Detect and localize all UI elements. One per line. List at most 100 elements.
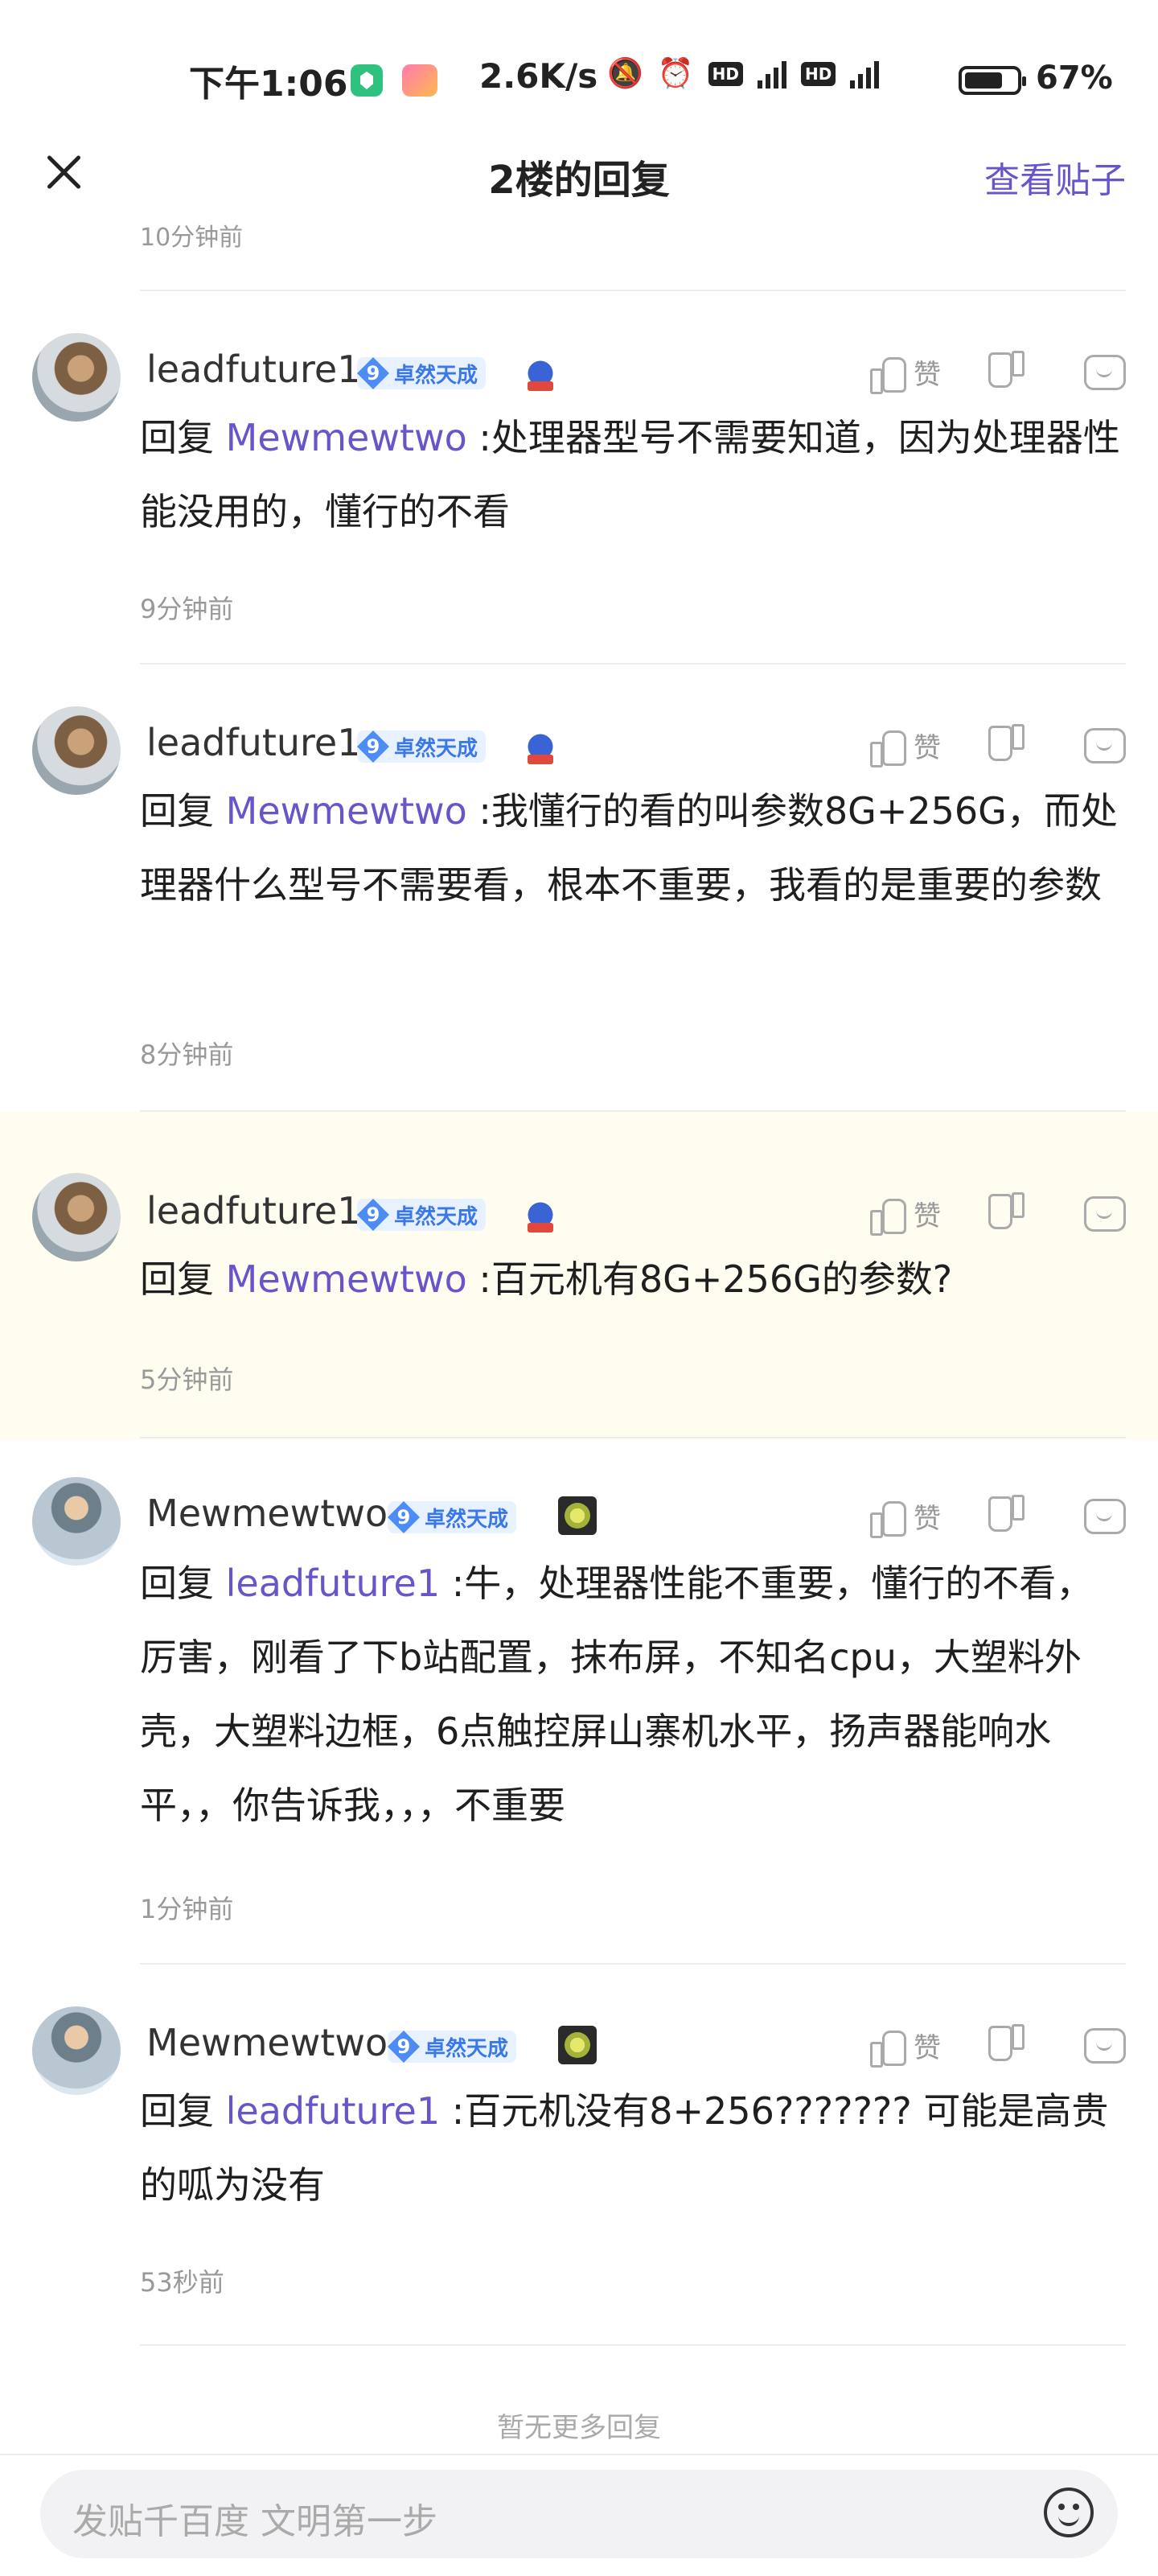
reply-actions: 赞 <box>868 1194 1126 1236</box>
security-app-icon <box>351 64 383 97</box>
reply-actions: 赞 <box>868 2026 1126 2068</box>
avatar[interactable] <box>32 2006 121 2095</box>
like-label: 赞 <box>914 1200 941 1232</box>
mention-link[interactable]: leadfuture1 <box>226 2089 440 2133</box>
mute-icon: 🔕 <box>607 57 643 90</box>
like-label: 赞 <box>914 732 941 764</box>
username[interactable]: leadfuture1 <box>146 348 360 391</box>
avatar[interactable] <box>32 706 121 795</box>
view-post-link[interactable]: 查看贴子 <box>984 151 1126 203</box>
status-time: 下午1:06 <box>189 64 348 105</box>
level-number: 9 <box>357 357 389 389</box>
signal-icon <box>758 60 786 88</box>
reply-prefix: 回复 <box>140 789 214 833</box>
game-app-icon <box>402 64 437 97</box>
mention-link[interactable]: Mewmewtwo <box>226 1257 467 1301</box>
level-badge: 9 卓然天成 <box>357 730 487 763</box>
avatar[interactable] <box>32 1173 121 1261</box>
thumbs-up-icon <box>868 354 906 394</box>
previous-reply-time: 10分钟前 <box>140 224 244 252</box>
reply-item: Mewmewtwo 9 卓然天成 赞 回复 leadfuture1 :百元机没有… <box>0 1965 1158 2335</box>
reply-prefix: 回复 <box>140 1562 214 1605</box>
level-badge: 9 卓然天成 <box>357 357 487 389</box>
like-button[interactable]: 赞 <box>868 726 941 767</box>
comment-icon[interactable] <box>1084 727 1126 763</box>
avatar[interactable] <box>32 1477 121 1566</box>
level-number: 9 <box>357 1199 389 1231</box>
reply-item-highlighted: leadfuture1 9 卓然天成 赞 回复 Mewmewtwo :百元机有8… <box>0 1112 1158 1440</box>
mention-link[interactable]: Mewmewtwo <box>226 416 467 459</box>
mention-link[interactable]: Mewmewtwo <box>226 789 467 833</box>
thumbs-up-icon <box>868 2027 906 2068</box>
medal-icon <box>521 727 560 766</box>
reply-actions: 赞 <box>868 352 1126 394</box>
like-button[interactable]: 赞 <box>868 2026 941 2068</box>
avatar[interactable] <box>32 333 121 422</box>
reply-time: 8分钟前 <box>140 1039 234 1070</box>
level-number: 9 <box>388 1501 420 1533</box>
level-title: 卓然天成 <box>394 1204 478 1229</box>
level-title: 卓然天成 <box>394 363 478 388</box>
like-label: 赞 <box>914 2032 941 2064</box>
level-badge: 9 卓然天成 <box>388 2031 517 2063</box>
medal-icon <box>558 2026 597 2064</box>
like-label: 赞 <box>914 359 941 391</box>
header: 2楼的回复 查看贴子 <box>0 137 1158 209</box>
reply-content: 回复 Mewmewtwo :百元机有8G+256G的参数? <box>140 1242 1126 1316</box>
hd-icon: HD <box>708 62 743 86</box>
hd-icon-2: HD <box>801 62 836 86</box>
thumbs-down-icon[interactable] <box>989 727 1026 764</box>
status-bar: 下午1:06 2.6K/s 🔕 ⏰ HD HD 67% <box>0 0 1158 153</box>
thumbs-down-icon[interactable] <box>989 2027 1026 2064</box>
username[interactable]: leadfuture1 <box>146 1189 360 1232</box>
divider <box>140 2344 1126 2346</box>
username[interactable]: leadfuture1 <box>146 721 360 764</box>
reply-actions: 赞 <box>868 726 1126 767</box>
reply-item: leadfuture1 9 卓然天成 赞 回复 Mewmewtwo :我懂行的看… <box>0 665 1158 1112</box>
signal-icon-2 <box>850 60 880 88</box>
comment-icon[interactable] <box>1084 2027 1126 2064</box>
reply-content: 回复 Mewmewtwo :我懂行的看的叫参数8G+256G，而处理器什么型号不… <box>140 774 1126 922</box>
reply-content: 回复 Mewmewtwo :处理器型号不需要知道，因为处理器性能没用的，懂行的不… <box>140 401 1126 549</box>
reply-time: 53秒前 <box>140 2267 224 2298</box>
comment-icon[interactable] <box>1084 1195 1126 1232</box>
like-button[interactable]: 赞 <box>868 1194 941 1236</box>
like-button[interactable]: 赞 <box>868 352 941 394</box>
network-speed: 2.6K/s <box>479 56 598 96</box>
level-number: 9 <box>357 730 389 763</box>
reply-input[interactable]: 发贴千百度 文明第一步 <box>40 2470 1118 2558</box>
level-title: 卓然天成 <box>425 2036 509 2061</box>
username[interactable]: Mewmewtwo <box>146 2021 388 2064</box>
battery-icon <box>959 66 1026 95</box>
reply-content: 回复 leadfuture1 :百元机没有8+256??????? 可能是高贵的… <box>140 2074 1126 2222</box>
level-number: 9 <box>388 2031 420 2063</box>
status-icons: 🔕 ⏰ HD HD <box>607 57 880 90</box>
emoji-icon[interactable] <box>1044 2488 1094 2537</box>
medal-icon <box>521 1195 560 1234</box>
level-title: 卓然天成 <box>425 1507 509 1532</box>
alarm-icon: ⏰ <box>657 57 694 90</box>
thumbs-down-icon[interactable] <box>989 354 1026 391</box>
thumbs-up-icon <box>868 1498 906 1538</box>
input-placeholder: 发贴千百度 文明第一步 <box>72 2501 437 2542</box>
level-badge: 9 卓然天成 <box>357 1199 487 1231</box>
reply-item: Mewmewtwo 9 卓然天成 赞 回复 leadfuture1 :牛，处理器… <box>0 1438 1158 1960</box>
reply-prefix: 回复 <box>140 1257 214 1301</box>
medal-icon <box>558 1496 597 1535</box>
thumbs-up-icon <box>868 727 906 767</box>
comment-icon[interactable] <box>1084 1498 1126 1534</box>
mention-link[interactable]: leadfuture1 <box>226 1562 440 1605</box>
battery-percent: 67% <box>1036 60 1113 97</box>
reply-item: leadfuture1 9 卓然天成 赞 回复 Mewmewtwo :处理器型号… <box>0 291 1158 661</box>
comment-icon[interactable] <box>1084 354 1126 390</box>
level-title: 卓然天成 <box>394 736 478 761</box>
reply-prefix: 回复 <box>140 2089 214 2133</box>
like-label: 赞 <box>914 1503 941 1535</box>
username[interactable]: Mewmewtwo <box>146 1492 388 1535</box>
medal-icon <box>521 354 560 393</box>
thumbs-down-icon[interactable] <box>989 1498 1026 1535</box>
level-badge: 9 卓然天成 <box>388 1501 517 1533</box>
thumbs-up-icon <box>868 1195 906 1236</box>
like-button[interactable]: 赞 <box>868 1496 941 1538</box>
thumbs-down-icon[interactable] <box>989 1195 1026 1232</box>
